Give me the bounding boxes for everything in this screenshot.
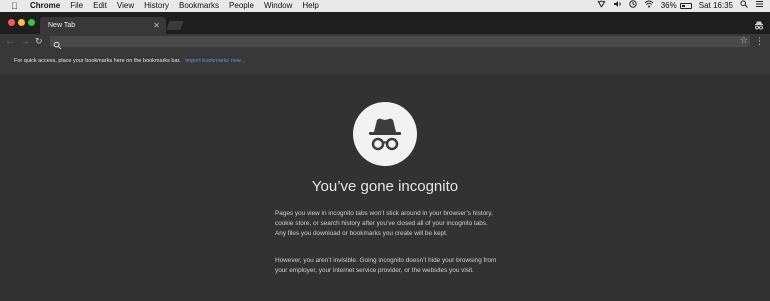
tab-strip: New Tab ✕ (0, 12, 770, 34)
close-tab-icon[interactable]: ✕ (153, 17, 160, 34)
page-title: You’ve gone incognito (311, 178, 459, 195)
incognito-page: You’ve gone incognito Pages you view in … (0, 74, 770, 301)
apple-icon[interactable]:  (11, 0, 21, 12)
menu-help[interactable]: Help (302, 0, 318, 12)
battery-percent[interactable]: 36% (661, 0, 677, 12)
incognito-icon (754, 17, 764, 30)
menu-view[interactable]: View (117, 0, 134, 12)
tab-title: New Tab (48, 22, 76, 29)
back-icon[interactable]: ← (5, 35, 15, 48)
menu-window[interactable]: Window (264, 0, 292, 12)
menu-bookmarks[interactable]: Bookmarks (179, 0, 219, 12)
menu-app-name[interactable]: Chrome (30, 0, 60, 12)
incognito-description: Pages you view in incognito tabs won’t s… (275, 210, 493, 237)
forward-icon[interactable]: → (20, 35, 30, 48)
status-area: 36% Sat 16:35 (590, 0, 764, 12)
import-bookmarks-link[interactable]: Import bookmarks now... (185, 58, 245, 64)
minimize-window-button[interactable] (18, 19, 25, 26)
spotlight-icon[interactable] (740, 0, 748, 12)
menu-bar:  Chrome File Edit View History Bookmark… (0, 0, 770, 12)
clock[interactable]: Sat 16:35 (699, 0, 733, 12)
tab-new-tab[interactable]: New Tab ✕ (40, 17, 166, 34)
menu-edit[interactable]: Edit (93, 0, 107, 12)
close-window-button[interactable] (8, 19, 15, 26)
wifi-icon[interactable] (644, 0, 654, 12)
bookmarks-bar: For quick access, place your bookmarks h… (0, 49, 770, 74)
reload-icon[interactable]: ↻ (35, 35, 43, 48)
menu-icon[interactable]: ⋮ (755, 36, 764, 47)
menu-history[interactable]: History (144, 0, 169, 12)
menu-file[interactable]: File (70, 0, 83, 12)
incognito-icon (353, 102, 417, 166)
new-tab-button[interactable] (166, 21, 184, 30)
airdrop-icon[interactable] (597, 0, 606, 12)
notification-center-icon[interactable] (755, 0, 764, 12)
zoom-window-button[interactable] (28, 19, 35, 26)
address-bar[interactable]: ☆ (50, 35, 750, 50)
menu-people[interactable]: People (229, 0, 254, 12)
time-machine-icon[interactable] (629, 0, 637, 12)
bookmark-star-icon[interactable]: ☆ (740, 35, 748, 46)
toolbar: ← → ↻ ☆ ⋮ (0, 34, 770, 50)
volume-icon[interactable] (613, 0, 622, 12)
bookmarks-bar-message: For quick access, place your bookmarks h… (14, 58, 181, 64)
incognito-warning: However, you aren’t invisible. Going inc… (275, 257, 497, 274)
battery-icon[interactable] (679, 3, 692, 9)
search-icon (53, 37, 62, 50)
